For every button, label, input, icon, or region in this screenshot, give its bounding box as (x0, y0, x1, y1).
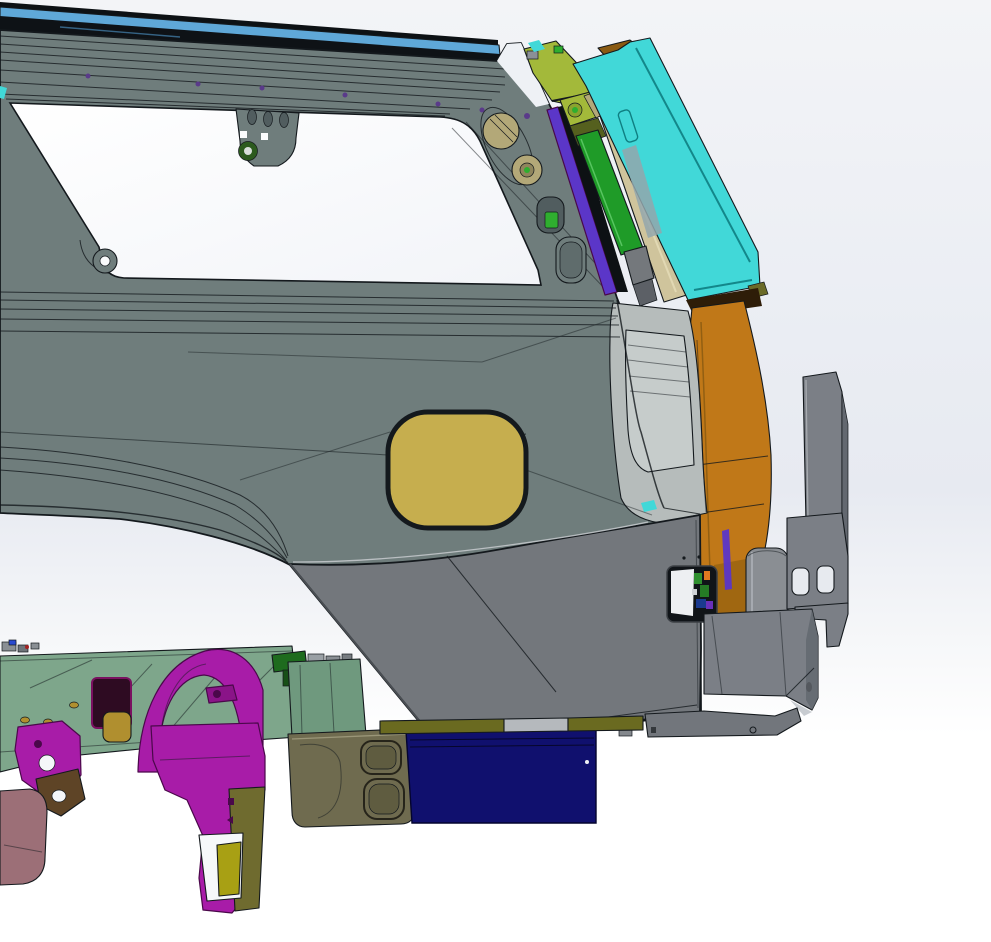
taillight-pocket[interactable] (610, 303, 707, 523)
cad-canvas[interactable] (0, 0, 991, 942)
license-opening-contents (671, 569, 713, 616)
fuel-filler-door[interactable] (388, 412, 526, 528)
grommet-hole (100, 256, 110, 266)
bumper-fin-bracket[interactable] (803, 372, 842, 523)
base-hole-left (792, 568, 809, 595)
heat-shield-strip-left (380, 719, 504, 734)
sill-strip-gray (504, 718, 568, 732)
body-mount-bushing[interactable] (0, 789, 47, 885)
bracket-hole (39, 755, 55, 771)
rail-gold-pad (103, 712, 131, 742)
base-hole-right (817, 566, 834, 593)
cad-viewport[interactable] (0, 0, 991, 942)
bumper-end-cap[interactable] (704, 609, 818, 710)
pillar-access-plug[interactable] (483, 113, 519, 149)
tower-yellow-insert (217, 842, 241, 896)
fuel-door-panel[interactable] (388, 412, 526, 528)
tower-top-tab (206, 685, 237, 703)
heat-shield-strip-right (568, 716, 643, 731)
green-clip[interactable] (545, 212, 558, 228)
spare-carrier-box[interactable] (406, 729, 596, 823)
fastener-dot (524, 113, 530, 119)
empty-slot (560, 242, 582, 278)
